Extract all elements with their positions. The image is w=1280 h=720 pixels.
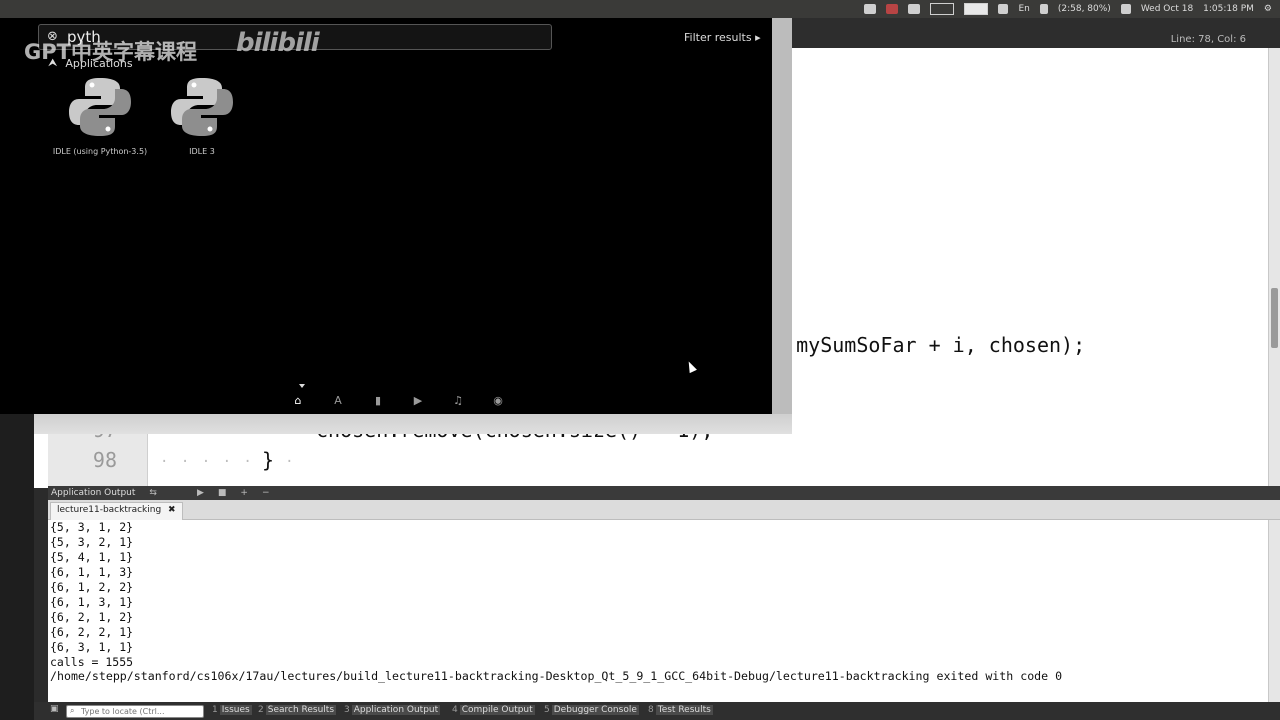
dash-shadow (772, 18, 792, 434)
bluetooth-icon[interactable] (1039, 4, 1048, 14)
line-number: 98 (92, 448, 117, 472)
pane-label: Issues (219, 705, 252, 715)
application-output[interactable]: {5, 3, 1, 2} {5, 3, 2, 1} {5, 4, 1, 1} {… (48, 520, 1268, 702)
filter-results-toggle[interactable]: Filter results ▸ (684, 31, 761, 44)
python-icon (69, 78, 131, 136)
output-line: {5, 3, 2, 1} (50, 535, 134, 549)
pane-number: 2 (258, 705, 264, 715)
app-label: IDLE (using Python-3.5) (52, 147, 148, 156)
pane-number: 3 (344, 705, 350, 715)
output-line: {5, 3, 1, 2} (50, 520, 134, 534)
output-line: {6, 1, 3, 1} (50, 595, 134, 609)
output-line: {6, 2, 2, 1} (50, 625, 134, 639)
output-line: {6, 2, 1, 2} (50, 610, 134, 624)
output-line: {5, 4, 1, 1} (50, 550, 134, 564)
pane-search-results[interactable]: 2 Search Results (256, 705, 338, 718)
output-line: /home/stepp/stanford/cs106x/17au/lecture… (50, 669, 1063, 683)
dash-shadow-bottom (34, 414, 792, 434)
pane-application-output[interactable]: 3 Application Output (342, 705, 442, 718)
close-icon[interactable]: ✖ (168, 505, 176, 515)
bilibili-logo: bilibili (236, 28, 320, 58)
dropbox-icon[interactable] (864, 4, 877, 14)
pane-test-results[interactable]: 8 Test Results (646, 705, 715, 718)
top-panel: En (2:58, 80%) Wed Oct 18 1:05:18 PM ⚙ (0, 0, 1280, 18)
output-scrollbar[interactable] (1268, 520, 1280, 702)
output-line: {6, 3, 1, 1} (50, 640, 134, 654)
applications-section-title: Applications (65, 56, 133, 70)
lens-bar: ⌂ A ▮ ▶ ♫ ◉ (290, 392, 506, 408)
app-indicator-icon[interactable] (908, 4, 921, 14)
record-icon[interactable] (886, 4, 899, 14)
battery-status[interactable]: (2:58, 80%) (1058, 4, 1111, 14)
home-lens-icon[interactable]: ⌂ (290, 392, 306, 408)
pane-label: Compile Output (459, 705, 535, 715)
keyboard-layout[interactable]: En (1018, 4, 1029, 14)
output-line: {6, 1, 1, 3} (50, 565, 134, 579)
pane-label: Search Results (265, 705, 337, 715)
pane-label: Test Results (655, 705, 713, 715)
music-lens-icon[interactable]: ♫ (450, 392, 466, 408)
editor-scrollbar[interactable] (1268, 48, 1280, 488)
pane-number: 1 (212, 705, 218, 715)
run-icon[interactable]: ▶ (197, 488, 204, 498)
indicator-box-icon[interactable] (964, 3, 989, 15)
pane-compile-output[interactable]: 4 Compile Output (450, 705, 537, 718)
line-col-indicator: Line: 78, Col: 6 (1170, 34, 1246, 45)
app-label: IDLE 3 (189, 147, 215, 156)
python-icon (171, 78, 233, 136)
date-display[interactable]: Wed Oct 18 (1141, 4, 1193, 14)
output-line: {6, 1, 2, 2} (50, 580, 134, 594)
pane-debugger-console[interactable]: 5 Debugger Console (542, 705, 641, 718)
pane-label: Debugger Console (551, 705, 639, 715)
photos-lens-icon[interactable]: ◉ (490, 392, 506, 408)
pane-number: 8 (648, 705, 654, 715)
zoom-in-icon[interactable]: + (240, 488, 248, 498)
app-idle3[interactable]: IDLE 3 (152, 74, 252, 156)
wifi-icon[interactable] (998, 4, 1009, 14)
applications-icon: ⮝ (48, 56, 58, 69)
video-lens-icon[interactable]: ▶ (410, 392, 426, 408)
active-lens-indicator (299, 384, 305, 388)
filter-results-label: Filter results (684, 31, 752, 44)
output-pane-header: Application Output ⇆ ▶ ■ + − (48, 486, 1280, 500)
files-lens-icon[interactable]: ▮ (370, 392, 386, 408)
pane-label: Application Output (351, 705, 441, 715)
status-bar: ▣ ⌕ 1Issues 2Search Results 3Application… (34, 702, 1280, 720)
tab-label: lecture11-backtracking (57, 505, 162, 515)
volume-icon[interactable] (1120, 4, 1131, 14)
tab-lecture11-backtracking[interactable]: lecture11-backtracking ✖ (50, 502, 183, 520)
attach-icon[interactable]: ⇆ (149, 488, 157, 498)
unity-dash: ⊗ GPT中英字幕课程 bilibili ⮝ Applications Filt… (0, 0, 772, 414)
applications-section-header: ⮝ Applications (48, 56, 133, 70)
output-pane-title: Application Output (51, 488, 136, 498)
pane-number: 4 (452, 705, 458, 715)
stop-icon[interactable]: ■ (218, 488, 227, 498)
search-icon: ⌕ (70, 706, 75, 715)
indent-dots: · · · · · · · (160, 454, 296, 470)
system-tray: En (2:58, 80%) Wed Oct 18 1:05:18 PM ⚙ (864, 0, 1272, 18)
applications-lens-icon[interactable]: A (330, 392, 346, 408)
app-idle-python35[interactable]: IDLE (using Python-3.5) (50, 74, 150, 156)
zoom-out-icon[interactable]: − (262, 488, 270, 498)
locator-input[interactable] (81, 706, 211, 717)
toggle-sidebar-icon[interactable]: ▣ (50, 704, 59, 714)
indicator-box-icon[interactable] (930, 3, 955, 15)
editor-scrollbar-thumb[interactable] (1271, 288, 1278, 348)
code-line: } (262, 448, 275, 472)
clock[interactable]: 1:05:18 PM (1203, 4, 1254, 14)
pane-number: 5 (544, 705, 550, 715)
locator-input-wrapper: ⌕ (66, 705, 211, 718)
chevron-right-icon: ▸ (755, 31, 761, 44)
gear-icon[interactable]: ⚙ (1264, 4, 1272, 14)
code-line-partial: n, mySumSoFar + i, chosen); (760, 333, 1086, 357)
pane-issues[interactable]: 1 Issues (210, 705, 254, 718)
output-line: calls = 1555 (50, 655, 134, 669)
output-tab-bar: lecture11-backtracking ✖ (48, 500, 1280, 520)
